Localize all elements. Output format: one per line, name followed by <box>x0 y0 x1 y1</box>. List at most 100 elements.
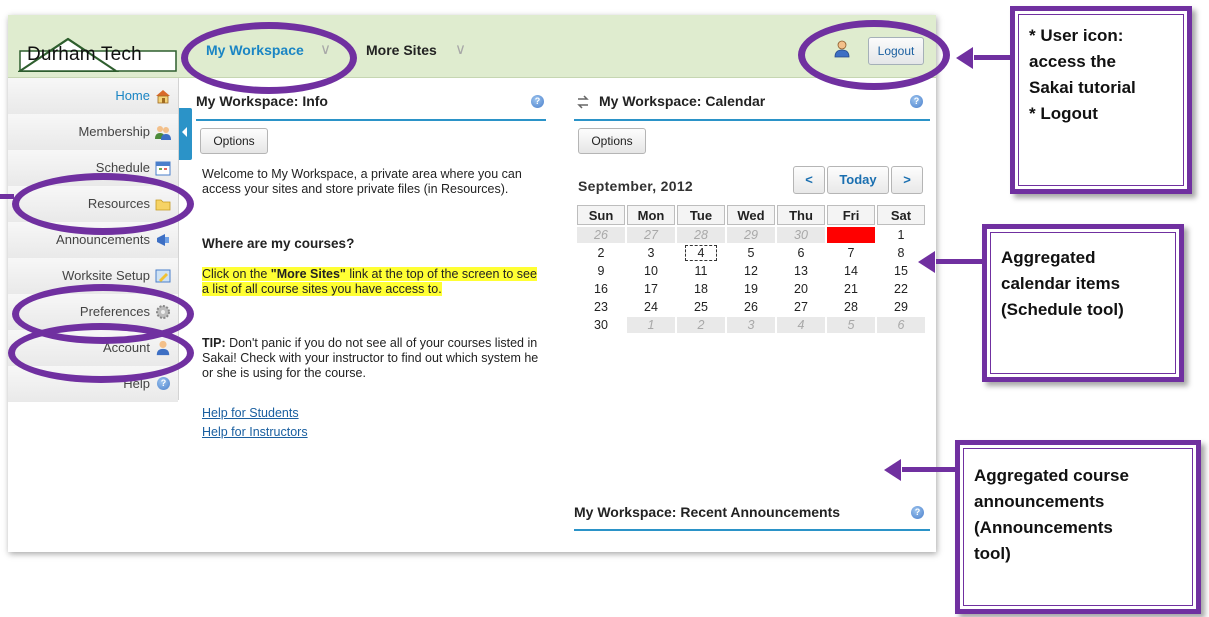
next-month-button[interactable]: > <box>891 166 923 194</box>
calendar-day-cell[interactable]: 27 <box>777 299 825 315</box>
calendar-week-row: 23 24 25 26 27 28 29 <box>577 299 925 315</box>
info-panel-title: My Workspace: Info <box>196 93 328 109</box>
callout-line: Aggregated course <box>974 466 1129 485</box>
help-for-students-link[interactable]: Help for Students <box>202 406 299 420</box>
membership-icon <box>155 126 171 140</box>
calendar-day-cell[interactable]: 4 <box>677 245 725 261</box>
highlight-strong: "More Sites" <box>270 267 346 281</box>
calendar-day-cell[interactable]: 19 <box>727 281 775 297</box>
weekday-header: Thu <box>777 205 825 225</box>
arrow-head <box>884 459 901 481</box>
calendar-day-cell[interactable]: 20 <box>777 281 825 297</box>
weekday-header: Sat <box>877 205 925 225</box>
calendar-day-cell[interactable]: 5 <box>827 317 875 333</box>
megaphone-icon <box>157 234 169 246</box>
weekday-header: Tue <box>677 205 725 225</box>
calendar-icon <box>155 161 171 176</box>
calendar-panel-title: My Workspace: Calendar <box>599 93 766 109</box>
calendar-day-cell[interactable]: 3 <box>627 245 675 261</box>
calendar-day-cell[interactable]: 26 <box>577 227 625 243</box>
worksite-setup-icon <box>155 269 171 283</box>
calendar-day-cell[interactable]: 26 <box>727 299 775 315</box>
calendar-day-cell[interactable]: 2 <box>677 317 725 333</box>
calendar-day-cell[interactable]: 1 <box>877 227 925 243</box>
panel-divider <box>574 119 930 121</box>
calendar-day-cell[interactable]: 29 <box>877 299 925 315</box>
calendar-day-cell[interactable]: 23 <box>577 299 625 315</box>
arrow-line <box>936 259 986 264</box>
help-icon[interactable]: ? <box>531 95 544 108</box>
calendar-day-cell[interactable]: 4 <box>777 317 825 333</box>
more-sites-instructions: Click on the "More Sites" link at the to… <box>202 267 537 297</box>
calendar-day-cell[interactable]: 10 <box>627 263 675 279</box>
tip-text: TIP: Don't panic if you do not see all o… <box>202 336 552 381</box>
callout-line: * User icon: <box>1029 26 1124 45</box>
today-button[interactable]: Today <box>827 166 889 194</box>
calendar-day-cell[interactable]: 11 <box>677 263 725 279</box>
calendar-day-cell[interactable]: 30 <box>777 227 825 243</box>
calendar-day-cell[interactable]: 17 <box>627 281 675 297</box>
calendar-day-cell[interactable]: 22 <box>877 281 925 297</box>
calendar-day-cell[interactable]: 25 <box>677 299 725 315</box>
nav-more-sites[interactable]: More Sites <box>366 42 437 58</box>
weekday-header: Mon <box>627 205 675 225</box>
arrow-head <box>956 47 973 69</box>
calendar-day-cell[interactable]: 18 <box>677 281 725 297</box>
help-icon[interactable]: ? <box>911 506 924 519</box>
logo-text: Durham Tech <box>27 44 142 65</box>
callout-line: Sakai tutorial <box>1029 78 1136 97</box>
calendar-week-row: 16 17 18 19 20 21 22 <box>577 281 925 297</box>
calendar-day-cell[interactable]: 31 <box>827 227 875 243</box>
calendar-day-cell[interactable]: 1 <box>627 317 675 333</box>
callout-line: (Announcements <box>974 518 1113 537</box>
weekday-header: Fri <box>827 205 875 225</box>
highlight-text: Click on the <box>202 267 271 281</box>
arrow-line <box>0 194 14 199</box>
calendar-day-cell[interactable]: 27 <box>627 227 675 243</box>
callout-user-logout: * User icon: access the Sakai tutorial *… <box>1010 6 1192 194</box>
weekday-header: Wed <box>727 205 775 225</box>
help-icon[interactable]: ? <box>910 95 923 108</box>
callout-frame: Aggregated calendar items (Schedule tool… <box>990 232 1176 374</box>
chevron-down-icon[interactable]: ∨ <box>455 40 466 58</box>
calendar-day-cell[interactable]: 21 <box>827 281 875 297</box>
sidebar-item-home[interactable]: Home <box>8 78 178 115</box>
calendar-week-row: 2345678 <box>577 245 925 261</box>
calendar-day-cell[interactable]: 2 <box>577 245 625 261</box>
callout-announcements: Aggregated course announcements (Announc… <box>955 440 1201 614</box>
calendar-day-cell[interactable]: 12 <box>727 263 775 279</box>
calendar-day-cell[interactable]: 24 <box>627 299 675 315</box>
calendar-day-cell[interactable]: 9 <box>577 263 625 279</box>
sakai-screenshot: Durham Tech My Workspace ∨ More Sites ∨ … <box>8 15 936 552</box>
calendar-day-cell[interactable]: 29 <box>727 227 775 243</box>
calendar-day-cell[interactable]: 6 <box>777 245 825 261</box>
calendar-day-cell[interactable]: 14 <box>827 263 875 279</box>
swap-icon[interactable] <box>576 95 590 109</box>
calendar-day-cell[interactable]: 13 <box>777 263 825 279</box>
tip-body: Don't panic if you do not see all of you… <box>202 336 539 380</box>
callout-line: access the <box>1029 52 1116 71</box>
calendar-day-cell[interactable]: 5 <box>727 245 775 261</box>
callout-line: (Schedule tool) <box>1001 300 1124 319</box>
tip-label: TIP: <box>202 336 226 350</box>
calendar-day-cell[interactable]: 3 <box>727 317 775 333</box>
sidebar-item-membership[interactable]: Membership <box>8 114 178 151</box>
top-navigation-bar: Durham Tech My Workspace ∨ More Sites ∨ … <box>8 15 936 78</box>
calendar-options-button[interactable]: Options <box>578 128 646 154</box>
callout-line: Aggregated <box>1001 248 1096 267</box>
calendar-day-cell[interactable]: 16 <box>577 281 625 297</box>
calendar-week-row: 9 10 11 12 13 14 15 <box>577 263 925 279</box>
help-for-instructors-link[interactable]: Help for Instructors <box>202 425 308 439</box>
calendar-day-cell[interactable]: 28 <box>677 227 725 243</box>
highlight-ellipse-resources <box>12 173 194 235</box>
previous-month-button[interactable]: < <box>793 166 825 194</box>
calendar-week-row: 26 27 28 29 30 31 1 <box>577 227 925 243</box>
courses-heading: Where are my courses? <box>202 236 355 251</box>
callout-line: announcements <box>974 492 1105 511</box>
info-options-button[interactable]: Options <box>200 128 268 154</box>
calendar-day-cell[interactable]: 30 <box>577 317 625 333</box>
calendar-day-cell[interactable]: 7 <box>827 245 875 261</box>
calendar-day-cell[interactable]: 6 <box>877 317 925 333</box>
help-icon: ? <box>157 377 170 390</box>
calendar-day-cell[interactable]: 28 <box>827 299 875 315</box>
